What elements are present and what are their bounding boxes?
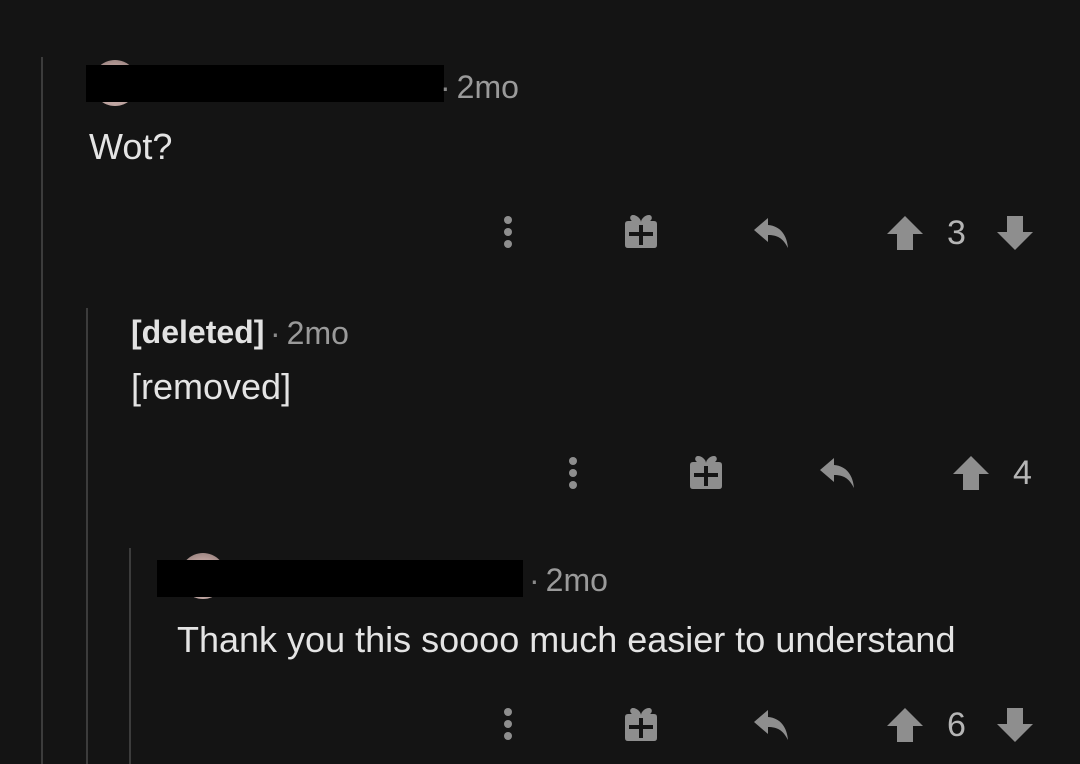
comment-timestamp: 2mo bbox=[545, 562, 608, 598]
thread-line-level-1[interactable] bbox=[41, 57, 43, 764]
vertical-ellipsis-icon bbox=[504, 708, 512, 740]
comment-thread: · 2mo Wot? 3 [deleted] · 2mo [removed] 4… bbox=[0, 0, 1080, 764]
downvote-button[interactable] bbox=[994, 212, 1036, 254]
arrow-up-icon bbox=[953, 456, 989, 490]
award-button[interactable] bbox=[685, 451, 727, 493]
arrow-up-icon bbox=[887, 708, 923, 742]
reply-button[interactable] bbox=[750, 212, 794, 254]
previous-content-fragment bbox=[720, 0, 800, 6]
redacted-username bbox=[86, 65, 444, 102]
arrow-up-icon bbox=[887, 216, 923, 250]
reply-icon bbox=[754, 218, 788, 248]
comment-meta: · 2mo bbox=[440, 71, 519, 103]
reply-icon bbox=[754, 710, 788, 740]
vote-score: 3 bbox=[947, 214, 966, 252]
comment-body: [removed] bbox=[131, 366, 292, 407]
reply-button[interactable] bbox=[750, 704, 794, 746]
redacted-username bbox=[157, 560, 523, 597]
upvote-button[interactable] bbox=[950, 452, 992, 494]
vote-score: 6 bbox=[947, 706, 966, 744]
thread-line-level-3[interactable] bbox=[129, 548, 131, 764]
meta-separator-dot: · bbox=[270, 315, 281, 351]
comment-meta: · 2mo bbox=[270, 317, 349, 349]
reply-icon bbox=[820, 458, 854, 488]
reply-button[interactable] bbox=[816, 452, 860, 494]
upvote-button[interactable] bbox=[884, 704, 926, 746]
more-options-button[interactable] bbox=[493, 212, 523, 252]
comment-timestamp: 2mo bbox=[286, 315, 349, 351]
downvote-button[interactable] bbox=[994, 704, 1036, 746]
gift-icon bbox=[625, 708, 657, 741]
meta-separator-dot: · bbox=[529, 562, 540, 598]
award-button[interactable] bbox=[620, 703, 662, 745]
comment-meta: · 2mo bbox=[529, 564, 608, 596]
arrow-down-icon bbox=[997, 216, 1033, 250]
upvote-button[interactable] bbox=[884, 212, 926, 254]
comment-author[interactable]: [deleted] bbox=[131, 316, 264, 348]
comment-timestamp: 2mo bbox=[456, 69, 519, 105]
arrow-down-icon bbox=[997, 708, 1033, 742]
gift-icon bbox=[625, 215, 657, 248]
gift-icon bbox=[690, 456, 722, 489]
thread-line-level-2[interactable] bbox=[86, 308, 88, 764]
vote-score: 4 bbox=[1013, 454, 1032, 492]
meta-separator-dot: · bbox=[440, 69, 451, 105]
vertical-ellipsis-icon bbox=[504, 216, 512, 248]
more-options-button[interactable] bbox=[558, 453, 588, 493]
vertical-ellipsis-icon bbox=[569, 457, 577, 489]
comment-body: Thank you this soooo much easier to unde… bbox=[177, 619, 956, 660]
comment-body: Wot? bbox=[89, 126, 173, 167]
more-options-button[interactable] bbox=[493, 704, 523, 744]
award-button[interactable] bbox=[620, 210, 662, 252]
